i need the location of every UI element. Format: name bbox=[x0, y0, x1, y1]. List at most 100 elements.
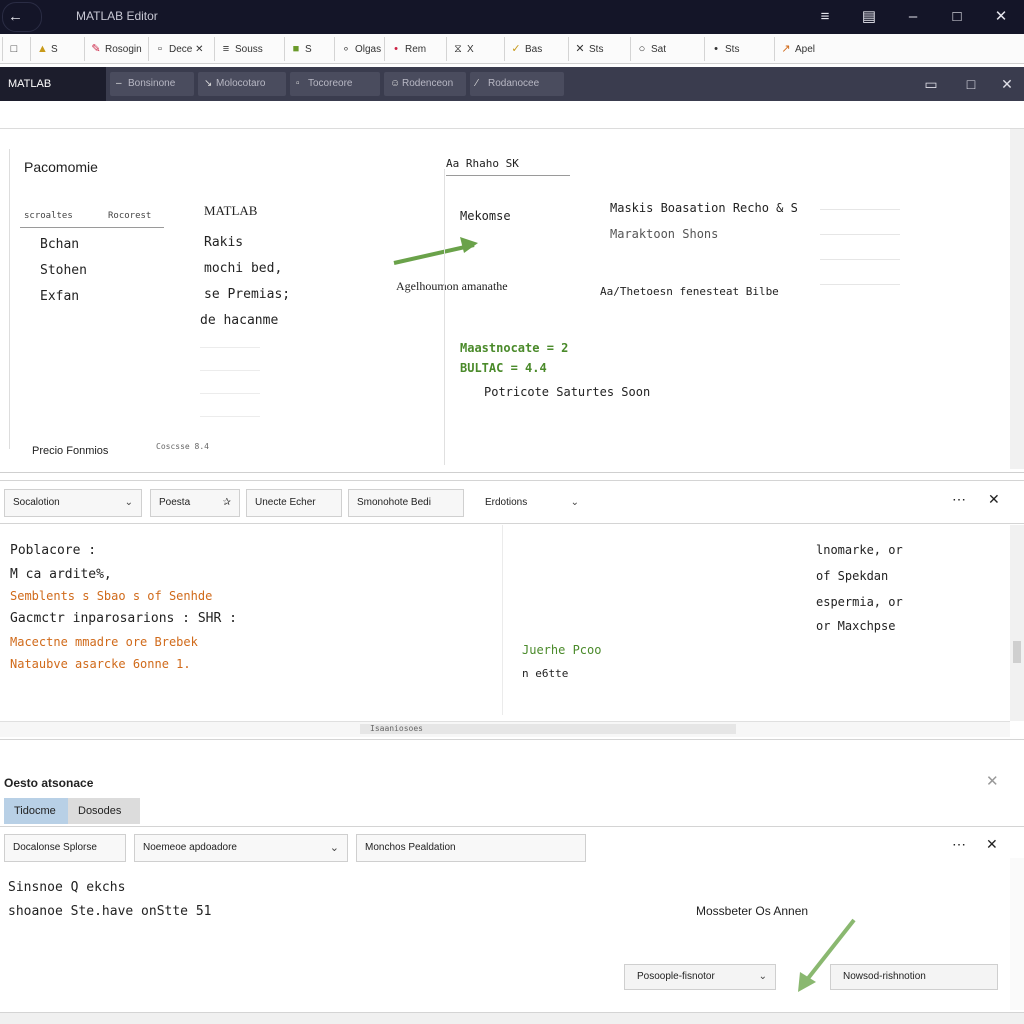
right-subheading: Mekomse bbox=[460, 209, 511, 223]
bedi-button[interactable]: Smonohote Bedi bbox=[348, 489, 464, 517]
toolbar-tab[interactable]: – Bonsinone bbox=[110, 72, 194, 96]
file-tab[interactable]: • Sts bbox=[704, 37, 774, 61]
tab-label: Sts bbox=[589, 44, 604, 55]
file-tab[interactable]: ≡ Souss bbox=[214, 37, 284, 61]
output-line-warning: Semblents s Sbao s of Senhde bbox=[10, 589, 213, 603]
editions-dropdown[interactable]: Erdotions ⌄ bbox=[476, 489, 588, 517]
window-title: MATLAB Editor bbox=[76, 9, 158, 23]
close-icon[interactable]: ✕ bbox=[986, 836, 998, 853]
person-icon: ☺ bbox=[390, 78, 401, 89]
button-label: Smonohote Bedi bbox=[357, 497, 431, 508]
grid-icon: ■ bbox=[292, 43, 300, 55]
faint-lines bbox=[820, 199, 900, 309]
toolbar-tab[interactable]: ↘ Molocotaro bbox=[198, 72, 286, 96]
secondary-dropdown-button[interactable]: Posoople-fisnotor ⌄ bbox=[624, 964, 776, 990]
tab-tidocme[interactable]: Tidocme bbox=[4, 798, 68, 824]
code-line: Maskis Boasation Recho & S bbox=[610, 201, 798, 215]
chevron-down-icon: ⌄ bbox=[124, 497, 133, 508]
dropdown-label: Noemeoe apdoadore bbox=[143, 842, 237, 853]
right-output-line: espermia, or bbox=[816, 595, 903, 609]
toolbar-tab[interactable]: ▫ Tocoreore bbox=[290, 72, 380, 96]
code-line-green: Maastnocate = 2 bbox=[460, 341, 569, 355]
chevron-down-icon: ⌄ bbox=[329, 842, 339, 854]
file-tab[interactable]: ✓ Bas bbox=[504, 37, 568, 61]
file-tab[interactable]: ▲ S bbox=[30, 37, 84, 61]
vertical-scrollbar[interactable] bbox=[1010, 525, 1024, 721]
toolbar-tab-label: Rodanocee bbox=[488, 78, 540, 89]
dropdown-label: Erdotions bbox=[485, 497, 528, 508]
maximize-panel-button[interactable]: □ bbox=[960, 73, 982, 95]
file-tab[interactable]: • Rem bbox=[384, 37, 446, 61]
divider bbox=[20, 227, 164, 228]
gutter bbox=[0, 149, 10, 449]
left-footer: Precio Fonmios bbox=[32, 445, 109, 457]
title-bar: ← MATLAB Editor ≡ ▤ – □ ✕ bbox=[0, 0, 1024, 34]
file-tab[interactable]: ∘ Olgas bbox=[334, 37, 384, 61]
output-line: M ca ardite%, bbox=[10, 567, 112, 582]
dock-icon[interactable]: ▭ bbox=[920, 73, 942, 95]
chevron-down-icon: ⌄ bbox=[570, 497, 579, 508]
code-line: Maraktoon Shons bbox=[610, 227, 719, 241]
tab-label: Souss bbox=[235, 44, 263, 55]
list-item[interactable]: Stohen bbox=[40, 263, 87, 278]
file-tab[interactable]: ↗ Apel bbox=[774, 37, 844, 61]
minimize-button[interactable]: – bbox=[902, 6, 924, 28]
tab-dosodes[interactable]: Dosodes bbox=[68, 798, 140, 824]
page-icon: □ bbox=[10, 43, 18, 55]
selection-dropdown[interactable]: Socalotion ⌄ bbox=[4, 489, 142, 517]
file-tab[interactable]: ✎ Rosogin bbox=[84, 37, 148, 61]
stack-icon: ≡ bbox=[222, 43, 230, 55]
left-subhead: scroaltes bbox=[24, 211, 73, 221]
close-panel-button[interactable]: ✕ bbox=[996, 73, 1018, 95]
back-arrow-icon[interactable]: ← bbox=[8, 8, 28, 26]
close-button[interactable]: ✕ bbox=[990, 6, 1012, 28]
echer-button[interactable]: Unecte Echer bbox=[246, 489, 342, 517]
output-line-warning: Macectne mmadre ore Brebek bbox=[10, 635, 198, 649]
pin-icon: • bbox=[714, 43, 718, 55]
left-footer-note: Coscsse 8.4 bbox=[156, 442, 209, 451]
mid-label: Juerhe Pcoo bbox=[522, 643, 602, 657]
file-tab[interactable]: ■ S bbox=[284, 37, 334, 61]
layout-icon[interactable]: ▤ bbox=[858, 6, 880, 28]
list-item[interactable]: Exfan bbox=[40, 289, 79, 304]
action-button[interactable]: Nowsod-rishnotion bbox=[830, 964, 998, 990]
toolbar-tab[interactable]: ☺ Rodenceon bbox=[384, 72, 466, 96]
file-tab-strip: □ ▲ S ✎ Rosogin ▫ Dece ✕ ≡ Souss ■ S ∘ Olgas •… bbox=[0, 34, 1024, 64]
brand-label: MATLAB bbox=[0, 67, 106, 101]
poesta-button[interactable]: Poesta ✰ bbox=[150, 489, 240, 517]
file-tab[interactable]: ▫ Dece ✕ bbox=[148, 37, 214, 61]
file-tab[interactable]: ○ Sat bbox=[630, 37, 704, 61]
middle-line: de hacanme bbox=[200, 313, 279, 328]
doc-icon: ▫ bbox=[158, 43, 162, 55]
field-button[interactable]: Docalonse Splorse bbox=[4, 834, 126, 862]
x-icon: ✕ bbox=[575, 43, 585, 55]
circle-icon: ○ bbox=[638, 43, 646, 55]
output-line-warning: Nataubve asarcke 6onne 1. bbox=[10, 657, 191, 671]
close-icon[interactable]: ✕ bbox=[988, 491, 1000, 508]
file-tab[interactable]: □ bbox=[2, 37, 30, 61]
more-options-icon[interactable]: ⋯ bbox=[952, 836, 966, 853]
list-item[interactable]: Bchan bbox=[40, 237, 79, 252]
vertical-scrollbar[interactable] bbox=[1010, 858, 1024, 1010]
field-dropdown[interactable]: Noemeoe apdoadore ⌄ bbox=[134, 834, 348, 862]
more-options-icon[interactable]: ⋯ bbox=[952, 491, 966, 508]
field-input[interactable]: Monchos Pealdation bbox=[356, 834, 586, 862]
middle-line: se Premias; bbox=[204, 287, 291, 302]
toolbar-tab[interactable]: ∕ Rodanocee bbox=[470, 72, 564, 96]
console-line: shoanoe Ste.have onStte 51 bbox=[8, 904, 212, 919]
middle-line: mochi bed, bbox=[204, 261, 283, 276]
tab-label: Olgas bbox=[355, 44, 382, 55]
brush-icon: ✰ bbox=[222, 497, 231, 508]
settings-icon[interactable]: ≡ bbox=[814, 6, 836, 28]
horizontal-scrollbar[interactable]: Isaaniosoes bbox=[0, 721, 1010, 737]
vertical-scrollbar[interactable] bbox=[1010, 129, 1024, 469]
maximize-button[interactable]: □ bbox=[946, 6, 968, 28]
file-tab[interactable]: ⧖ X bbox=[446, 37, 504, 61]
folder-icon: ▲ bbox=[37, 43, 48, 55]
file-tab[interactable]: ✕ Sts bbox=[568, 37, 630, 61]
middle-caption: Agelhoumon amanathe bbox=[396, 279, 508, 293]
button-label: Nowsod-rishnotion bbox=[843, 971, 926, 982]
close-icon[interactable]: ✕ bbox=[986, 772, 999, 790]
scroll-thumb[interactable] bbox=[1013, 641, 1021, 663]
toolbar-tab-label: Molocotaro bbox=[216, 78, 266, 89]
